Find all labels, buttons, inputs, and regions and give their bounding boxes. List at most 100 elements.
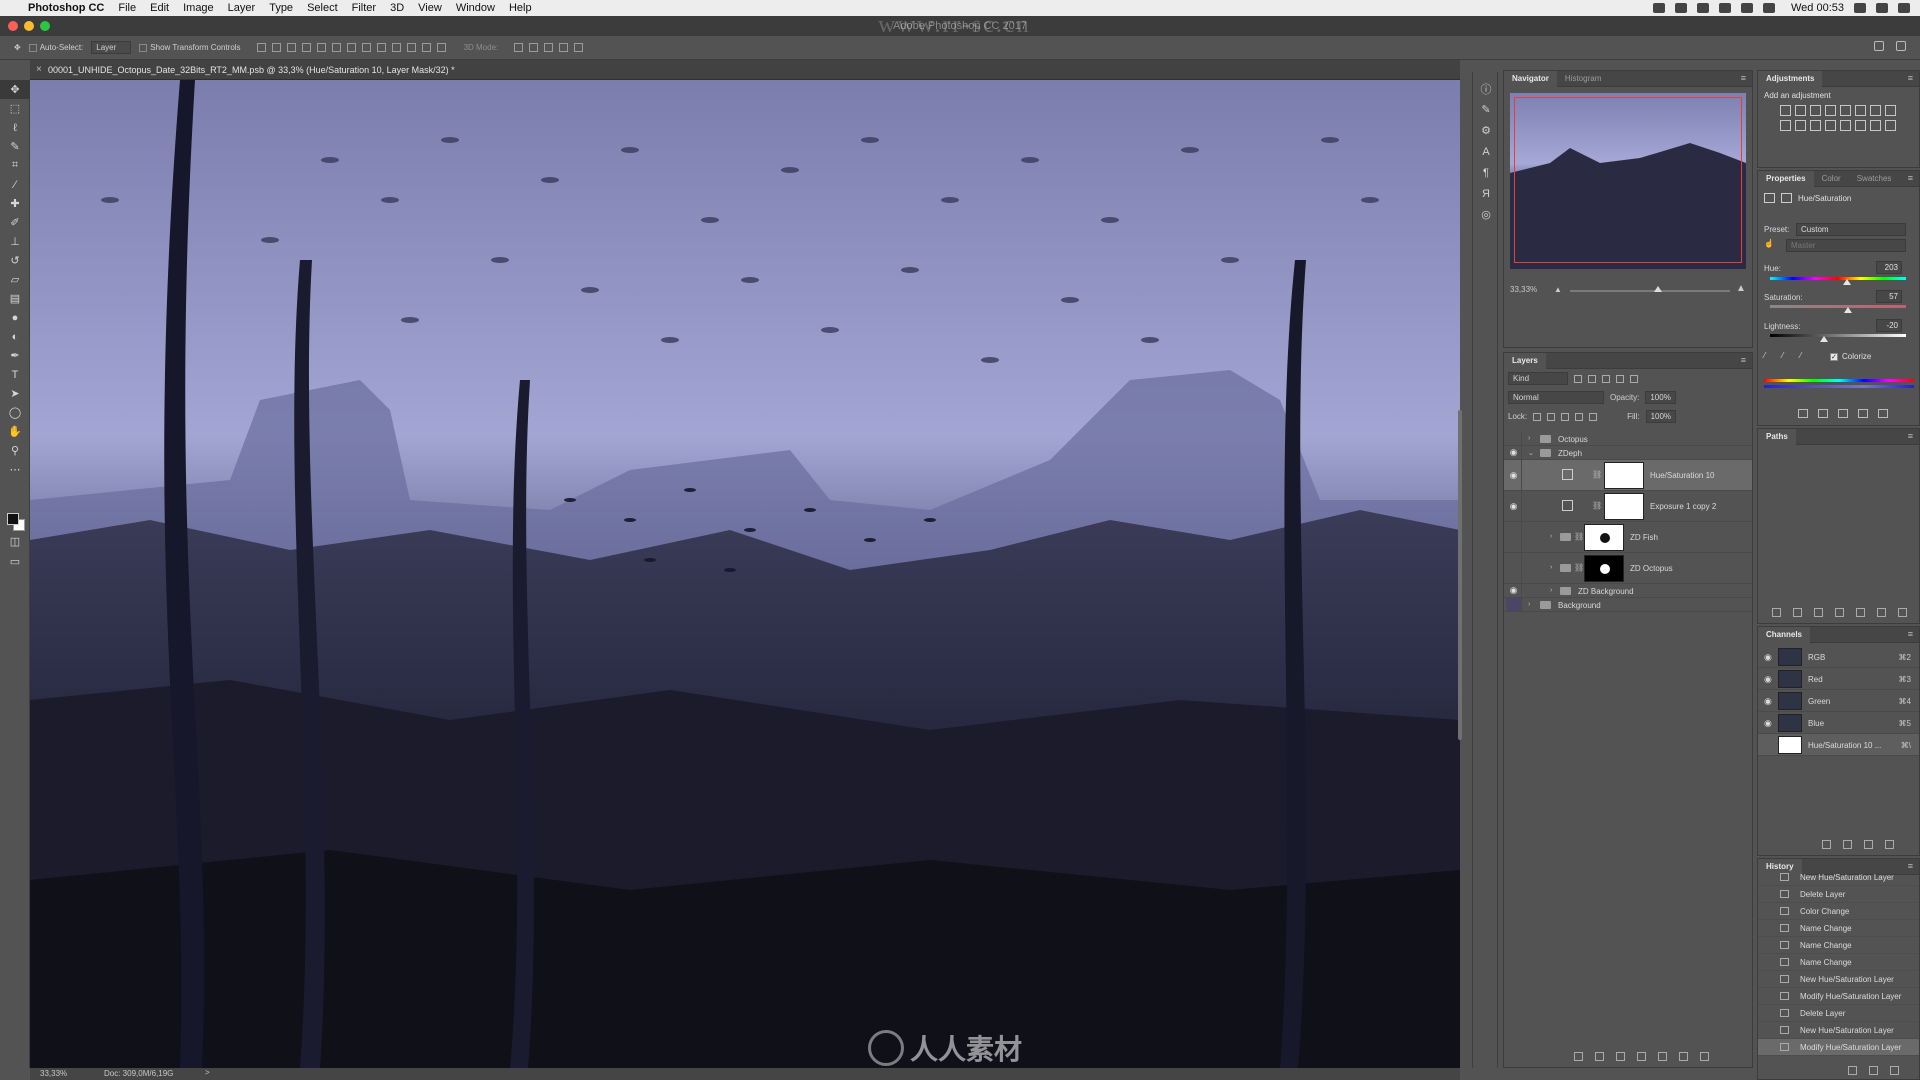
tab-navigator[interactable]: Navigator	[1504, 70, 1557, 87]
targeted-adjustment-icon[interactable]: ☝	[1764, 239, 1774, 248]
display-icon[interactable]	[1718, 3, 1731, 13]
chain-link-icon[interactable]: ⛓	[1592, 470, 1602, 479]
delete-layer-icon[interactable]	[1700, 1052, 1709, 1061]
eyedropper-minus-icon[interactable]: ⁄	[1800, 351, 1801, 360]
lock-image-icon[interactable]	[1547, 412, 1556, 421]
layer-row-background[interactable]: › Background	[1504, 598, 1752, 612]
lock-all-icon[interactable]	[1589, 412, 1598, 421]
filter-pixel-icon[interactable]	[1574, 374, 1582, 383]
history-item[interactable]: Delete Layer	[1758, 1005, 1919, 1022]
blur-tool-icon[interactable]: ●	[0, 308, 30, 327]
add-mask-icon[interactable]	[1856, 608, 1865, 617]
tool-presets-icon[interactable]: ⚙	[1473, 120, 1499, 141]
show-transform-checkbox[interactable]	[139, 43, 148, 52]
quick-select-tool-icon[interactable]: ✎	[0, 137, 30, 156]
glyphs-icon[interactable]: Я	[1473, 183, 1499, 204]
navigator-view-frame[interactable]	[1514, 97, 1742, 263]
filter-adjustment-icon[interactable]	[1588, 374, 1596, 383]
eyedropper-plus-icon[interactable]: ⁄	[1782, 351, 1783, 360]
list-icon[interactable]	[1898, 3, 1910, 13]
vertical-scrollbar[interactable]	[1458, 410, 1462, 740]
eyedropper-icon[interactable]: ⁄	[1764, 351, 1765, 360]
saturation-slider-knob[interactable]	[1843, 307, 1852, 313]
align-vcenter-icon[interactable]	[271, 43, 281, 52]
lightness-slider-knob[interactable]	[1820, 336, 1829, 342]
close-tab-icon[interactable]: ×	[36, 64, 42, 75]
libraries-icon[interactable]: ◎	[1473, 204, 1499, 225]
search-icon[interactable]	[1854, 3, 1866, 13]
hue-saturation-icon[interactable]	[1855, 105, 1866, 116]
history-item-current[interactable]: Modify Hue/Saturation Layer	[1758, 1039, 1919, 1056]
user-icon[interactable]	[1876, 3, 1888, 13]
filter-shape-icon[interactable]	[1616, 374, 1624, 383]
distribute-right-icon[interactable]	[421, 43, 431, 52]
levels-icon[interactable]	[1795, 105, 1806, 116]
new-group-icon[interactable]	[1658, 1052, 1667, 1061]
auto-select-dropdown[interactable]: Layer	[91, 41, 132, 54]
colorize-checkbox[interactable]: ✓	[1830, 352, 1838, 361]
layer-row-zd-background[interactable]: ◉ › ZD Background	[1504, 584, 1752, 598]
visibility-toggle[interactable]	[1506, 553, 1522, 583]
expand-arrow-icon[interactable]: ›	[1528, 435, 1530, 442]
visibility-toggle[interactable]	[1506, 432, 1522, 445]
menu-type[interactable]: Type	[269, 2, 293, 14]
navigator-thumbnail[interactable]	[1510, 93, 1746, 269]
saturation-slider[interactable]	[1770, 305, 1906, 308]
brush-tool-icon[interactable]: ✐	[0, 213, 30, 232]
colorize-option[interactable]: ✓ Colorize	[1830, 352, 1871, 361]
tab-properties[interactable]: Properties	[1758, 170, 1814, 187]
distribute-vcenter-icon[interactable]	[361, 43, 371, 52]
tab-color[interactable]: Color	[1814, 171, 1849, 187]
threshold-icon[interactable]	[1855, 120, 1866, 131]
panel-menu-icon[interactable]: ≡	[1741, 73, 1746, 83]
align-top-icon[interactable]	[256, 43, 266, 52]
dodge-tool-icon[interactable]: ◐	[0, 327, 30, 346]
eye-icon[interactable]: ◉	[1506, 584, 1522, 597]
lightness-value-field[interactable]: -20	[1876, 319, 1902, 332]
brightness-contrast-icon[interactable]	[1780, 105, 1791, 116]
workspace-icon[interactable]	[1896, 41, 1906, 51]
app-menu[interactable]: Photoshop CC	[28, 2, 104, 14]
new-document-from-state-icon[interactable]	[1848, 1066, 1857, 1075]
layer-kind-filter[interactable]: Kind	[1508, 372, 1568, 385]
curves-icon[interactable]	[1810, 105, 1821, 116]
preset-select[interactable]: Custom	[1796, 223, 1906, 236]
menu-layer[interactable]: Layer	[228, 2, 256, 14]
align-left-icon[interactable]	[301, 43, 311, 52]
hue-saturation-icon[interactable]	[1562, 469, 1573, 480]
expand-arrow-icon[interactable]: ›	[1550, 587, 1552, 594]
auto-align-icon[interactable]	[436, 43, 446, 52]
panel-menu-icon[interactable]: ≡	[1908, 629, 1913, 639]
channel-row-red[interactable]: ◉ Red ⌘3	[1758, 668, 1919, 690]
clone-stamp-tool-icon[interactable]: ⊥	[0, 232, 30, 251]
tab-paths[interactable]: Paths	[1758, 428, 1796, 445]
layer-mask-thumbnail[interactable]	[1584, 555, 1624, 582]
lock-transparent-icon[interactable]	[1533, 412, 1542, 421]
search-icon[interactable]	[1874, 41, 1884, 51]
clip-to-layer-icon[interactable]	[1798, 409, 1808, 418]
delete-channel-icon[interactable]	[1885, 840, 1894, 849]
save-selection-icon[interactable]	[1843, 840, 1852, 849]
reset-icon[interactable]	[1838, 409, 1848, 418]
channel-row-green[interactable]: ◉ Green ⌘4	[1758, 690, 1919, 712]
tab-swatches[interactable]: Swatches	[1849, 171, 1900, 187]
snapshot-icon[interactable]	[1869, 1066, 1878, 1075]
align-hcenter-icon[interactable]	[316, 43, 326, 52]
layer-row-octopus[interactable]: › Octopus	[1504, 432, 1752, 446]
layer-row-exposure[interactable]: ◉ ⛓ Exposure 1 copy 2	[1504, 491, 1752, 522]
eye-icon[interactable]: ◉	[1506, 446, 1522, 459]
layer-row-zd-octopus[interactable]: › ⛓ ZD Octopus	[1504, 553, 1752, 584]
delete-state-icon[interactable]	[1890, 1066, 1899, 1075]
menu-3d[interactable]: 3D	[390, 2, 404, 14]
exposure-icon[interactable]	[1825, 105, 1836, 116]
shape-tool-icon[interactable]: ◯	[0, 403, 30, 422]
path-select-tool-icon[interactable]: ➤	[0, 384, 30, 403]
panel-menu-icon[interactable]: ≡	[1908, 431, 1913, 441]
gradient-map-icon[interactable]	[1870, 120, 1881, 131]
toggle-visibility-icon[interactable]	[1858, 409, 1868, 418]
collapse-arrow-icon[interactable]: ⌄	[1528, 449, 1534, 457]
history-item[interactable]: Name Change	[1758, 920, 1919, 937]
3d-roll-icon[interactable]	[529, 43, 539, 52]
history-item[interactable]: Color Change	[1758, 903, 1919, 920]
expand-arrow-icon[interactable]: ›	[1550, 564, 1552, 571]
